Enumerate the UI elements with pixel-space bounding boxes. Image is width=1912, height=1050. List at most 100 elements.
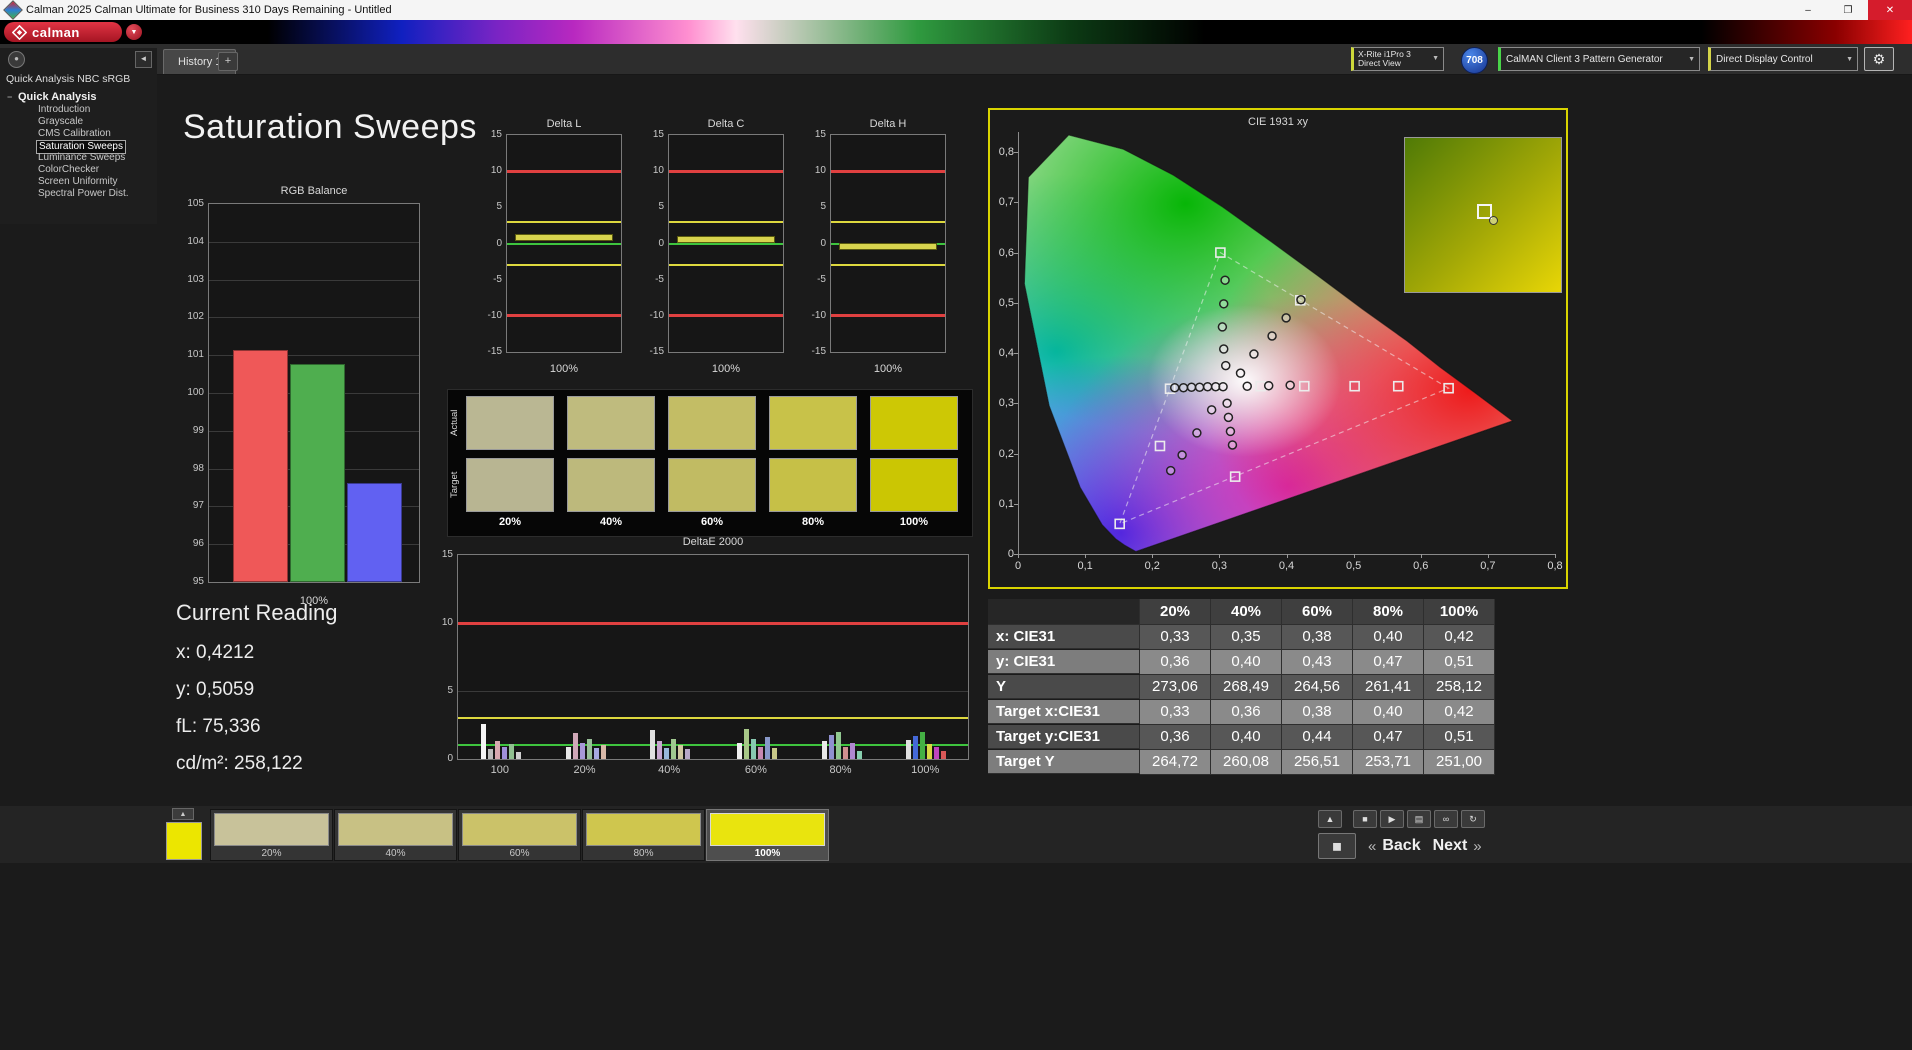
tree-expander-icon[interactable]: − — [7, 90, 12, 104]
grid-line — [209, 241, 419, 243]
tree-item-introduction[interactable]: Introduction — [0, 104, 157, 116]
deltae-bar — [685, 749, 691, 759]
pattern-swatch-40%[interactable]: 40% — [334, 809, 457, 861]
reference-line — [831, 314, 945, 318]
pattern-swatch-60%[interactable]: 60% — [458, 809, 581, 861]
pattern-swatch-80%[interactable]: 80% — [582, 809, 705, 861]
sidebar-undock-button[interactable]: ● — [8, 51, 25, 68]
save-button[interactable]: ▤ — [1407, 810, 1431, 828]
reference-line — [669, 314, 783, 318]
meter-dropdown[interactable]: X-Rite i1Pro 3 Direct View ▼ — [1351, 47, 1444, 71]
pattern-window-button[interactable]: ◼ — [1318, 833, 1356, 859]
deltae-bar — [593, 748, 599, 759]
add-tab-button[interactable]: + — [218, 52, 238, 71]
delta-value-bar — [676, 235, 776, 243]
deltae-bar — [927, 744, 933, 759]
tree-item-saturation-sweeps[interactable]: Saturation Sweeps — [0, 140, 157, 154]
measured-point — [1165, 465, 1176, 476]
cie-panel[interactable]: CIE 1931 xy 0 0 0,1 0,1 0,2 0,2 0,3 0,3 0,4 0,4 0,… — [988, 108, 1568, 589]
settings-button[interactable]: ⚙ — [1864, 47, 1894, 71]
tree-item-screen-uniformity[interactable]: Screen Uniformity — [0, 176, 157, 188]
axis-tick-label: 0 — [1014, 560, 1022, 572]
delta-h-chart: Delta H 100% 15 10 5 0 -5 -10 -15 — [802, 118, 950, 383]
reference-line — [507, 264, 621, 267]
axis-tick-label: 0,1 — [1077, 560, 1093, 572]
deltae-bar — [586, 738, 592, 759]
table-cell: 0,51 — [1424, 650, 1495, 675]
chevron-left-icon: « — [1368, 837, 1377, 855]
axis-tick — [1152, 554, 1154, 558]
pattern-swatch-label: 60% — [509, 848, 530, 859]
axis-tick-label: 0 — [658, 237, 664, 249]
table-column-header: 20% — [1140, 599, 1211, 625]
deltae-bar — [600, 745, 606, 759]
axis-tick — [1014, 453, 1018, 455]
deltae-bar — [650, 730, 656, 759]
target-swatch-100% — [870, 458, 958, 512]
tree-item-luminance-sweeps[interactable]: Luminance Sweeps — [0, 152, 157, 164]
axis-tick-label: -5 — [817, 273, 826, 285]
table-cell: 0,38 — [1282, 625, 1353, 650]
tree-item-colorchecker[interactable]: ColorChecker — [0, 164, 157, 176]
deltae-bar — [487, 749, 493, 759]
calman-logo[interactable]: calman — [4, 22, 122, 42]
layout-tree: − Quick Analysis Introduction Grayscale CM… — [0, 90, 157, 200]
play-button[interactable]: ▶ — [1380, 810, 1404, 828]
measured-point — [1218, 381, 1228, 392]
table-cell: 273,06 — [1140, 675, 1211, 700]
source-dropdown[interactable]: CalMAN Client 3 Pattern Generator ▼ — [1498, 47, 1700, 71]
current-pattern-swatch[interactable] — [166, 822, 202, 860]
back-button[interactable]: « Back — [1368, 837, 1421, 855]
deltae-bar — [750, 738, 756, 759]
eject-button[interactable]: ▲ — [1318, 810, 1342, 828]
target-swatch-20% — [466, 458, 554, 512]
measured-point — [1267, 331, 1277, 341]
axis-tick-label: 60% — [744, 764, 767, 776]
tree-root-label: Quick Analysis — [18, 91, 97, 103]
reference-line — [458, 717, 968, 720]
deltae-bar — [515, 752, 521, 759]
tree-item-cms-calibration[interactable]: CMS Calibration — [0, 128, 157, 140]
deltae-bar — [913, 735, 919, 759]
tree-item-grayscale[interactable]: Grayscale — [0, 116, 157, 128]
minimize-button[interactable]: – — [1788, 0, 1828, 20]
logo-dropdown-button[interactable]: ▼ — [126, 24, 142, 40]
axis-tick-label: 103 — [187, 273, 204, 285]
axis-tick — [1014, 252, 1018, 254]
delta-l-chart: Delta L 100% 15 10 5 0 -5 -10 -15 — [478, 118, 626, 383]
target-swatch-60% — [668, 458, 756, 512]
tree-item-spectral-power-dist-[interactable]: Spectral Power Dist. — [0, 188, 157, 200]
axis-tick-label: 95 — [192, 576, 204, 587]
chevron-down-icon: ▼ — [1688, 55, 1695, 63]
table-cell: 0,36 — [1140, 650, 1211, 675]
pattern-popup-button[interactable]: ▲ — [172, 808, 194, 820]
axis-tick-label: 102 — [187, 311, 204, 323]
maximize-button[interactable]: ❐ — [1828, 0, 1868, 20]
axis-tick — [1487, 554, 1489, 558]
measured-point — [1296, 295, 1306, 305]
deltae-bar — [657, 741, 663, 759]
pattern-chip — [214, 813, 329, 846]
tree-root[interactable]: − Quick Analysis — [0, 90, 157, 104]
pattern-swatch-100%[interactable]: 100% — [706, 809, 829, 861]
tree-item-label: Introduction — [38, 104, 91, 115]
table-cell: 256,51 — [1282, 750, 1353, 775]
stop-button[interactable]: ■ — [1353, 810, 1377, 828]
next-button[interactable]: Next » — [1433, 837, 1482, 855]
deltae-bar — [565, 746, 571, 759]
measured-point — [1169, 382, 1180, 393]
axis-tick-label: -10 — [487, 309, 502, 321]
bottom-bar: ▲ 20% 40% 60% 80% 100% ▲ ■ ▶ ▤ ∞ ↻ ◼ « Back Next … — [0, 806, 1912, 863]
axis-tick-label: 40% — [658, 764, 681, 776]
sidebar-collapse-button[interactable]: ◄ — [135, 51, 152, 68]
display-dropdown[interactable]: Direct Display Control ▼ — [1708, 47, 1858, 71]
axis-tick-label: 0,5 — [998, 296, 1014, 309]
axis-tick-label: 104 — [187, 235, 204, 247]
close-button[interactable]: ✕ — [1868, 0, 1912, 20]
pattern-swatch-20%[interactable]: 20% — [210, 809, 333, 861]
refresh-button[interactable]: ↻ — [1461, 810, 1485, 828]
table-cell: 0,42 — [1424, 625, 1495, 650]
reference-line — [669, 242, 783, 245]
axis-tick-label: 96 — [192, 538, 204, 550]
link-button[interactable]: ∞ — [1434, 810, 1458, 828]
